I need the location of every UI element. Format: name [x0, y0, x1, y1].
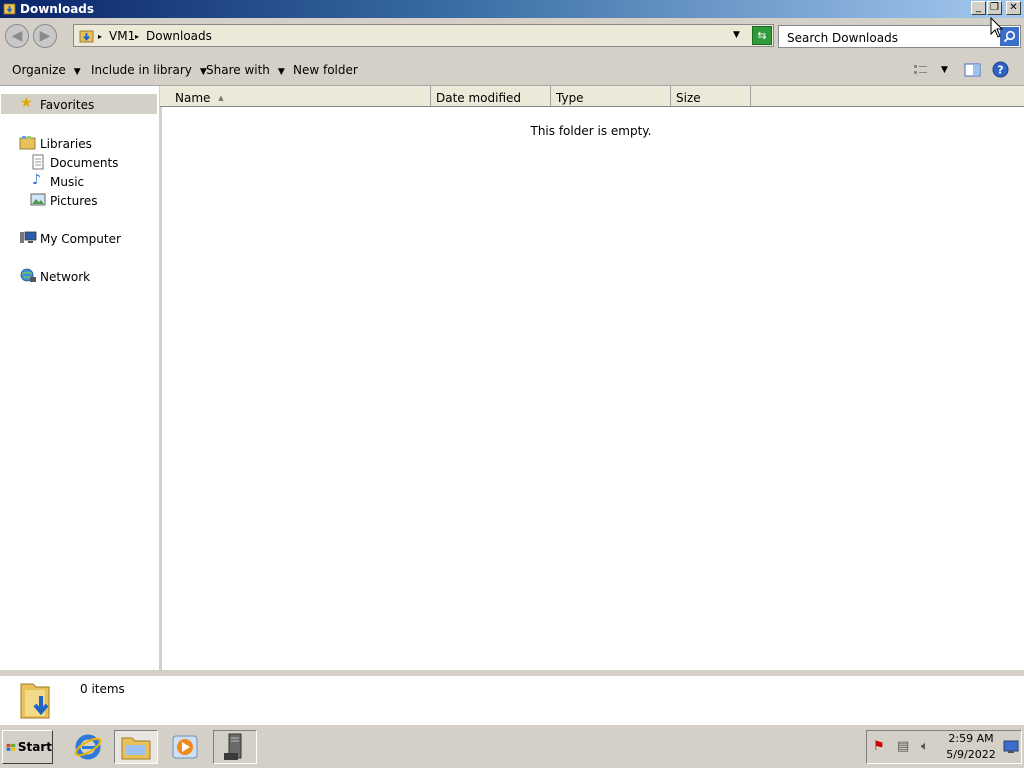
server-manager-icon	[224, 733, 242, 760]
chevron-down-icon: ▼	[277, 67, 285, 77]
clock-time: 2:59 AM	[948, 732, 994, 745]
nav-item-pictures[interactable]: Pictures	[0, 191, 156, 209]
nav-item-documents[interactable]: Documents	[0, 153, 156, 171]
close-icon: ✕	[1009, 2, 1018, 13]
column-header-label: Date modified	[436, 91, 522, 105]
empty-folder-message: This folder is empty.	[530, 124, 652, 138]
nav-item-label: Network	[40, 270, 91, 284]
column-header-size[interactable]: Size	[671, 86, 751, 106]
include-in-library-menu[interactable]: Include in library ▼	[91, 63, 207, 77]
nav-item-network[interactable]: Network	[0, 267, 156, 285]
column-header-label: Name	[175, 91, 211, 105]
address-bar[interactable]: ▸ VM1 ▸ Downloads ▼	[73, 24, 774, 47]
taskbar-media-player[interactable]	[163, 730, 207, 764]
column-header-date-modified[interactable]: Date modified	[431, 86, 551, 106]
network-icon	[20, 268, 36, 282]
share-with-menu[interactable]: Share with ▼	[206, 63, 285, 77]
item-count: 0 items	[80, 682, 125, 696]
nav-item-music[interactable]: ♪ Music	[0, 172, 156, 190]
volume-icon[interactable]: 🔈︎	[921, 739, 929, 754]
start-label: Start	[17, 740, 52, 754]
action-center-flag-icon[interactable]: ⚑	[873, 739, 885, 754]
column-header-label: Type	[556, 91, 584, 105]
show-desktop-icon[interactable]	[1003, 740, 1019, 754]
column-header-label: Size	[676, 91, 701, 105]
share-with-label: Share with	[206, 63, 270, 77]
help-icon[interactable]: ?	[992, 61, 1009, 78]
notification-area: ⚑ ▤ 🔈︎ 2:59 AM 5/9/2022	[866, 730, 1022, 764]
chevron-down-icon: ▼	[73, 67, 81, 77]
new-folder-label: New folder	[293, 63, 358, 77]
clock-date: 5/9/2022	[946, 748, 996, 761]
new-folder-button[interactable]: New folder	[293, 63, 358, 77]
minimize-icon: _	[976, 2, 981, 13]
pictures-icon	[30, 193, 46, 206]
nav-item-my-computer[interactable]: My Computer	[0, 229, 156, 247]
music-note-icon: ♪	[32, 172, 41, 188]
nav-item-label: Music	[50, 175, 85, 189]
title-bar[interactable]: Downloads _ ❐ ✕	[0, 0, 1024, 18]
back-arrow-icon: ◀	[11, 28, 23, 44]
star-icon: ★	[20, 95, 33, 111]
clock[interactable]: 2:59 AM 5/9/2022	[941, 732, 1001, 761]
view-options-dropdown-icon[interactable]: ▼	[941, 65, 948, 75]
taskbar-server-manager[interactable]	[213, 730, 257, 764]
folder-icon	[121, 737, 151, 760]
start-button[interactable]: Start	[2, 730, 53, 764]
address-bar-row: ◀ ▶ ▸ VM1 ▸ Downloads ▼ ⇆	[0, 18, 1024, 54]
svg-text:?: ?	[997, 64, 1003, 77]
windows-logo-icon	[6, 743, 16, 751]
downloads-folder-icon	[20, 683, 50, 719]
network-status-icon[interactable]: ▤	[897, 739, 909, 754]
column-header-type[interactable]: Type	[551, 86, 671, 106]
change-view-icon[interactable]	[913, 63, 929, 77]
nav-item-label: Libraries	[40, 137, 92, 151]
close-button[interactable]: ✕	[1006, 1, 1021, 15]
taskbar-internet-explorer[interactable]	[66, 730, 110, 764]
restore-button[interactable]: ❐	[987, 1, 1002, 15]
command-bar: Organize ▼ Include in library ▼ Share with…	[0, 54, 1024, 86]
nav-item-label: My Computer	[40, 232, 121, 246]
media-player-icon	[172, 735, 198, 759]
navigation-pane: ★ Favorites Libraries Documents ♪ Music …	[0, 86, 162, 670]
taskbar: Start ⚑ ▤ 🔈︎ 2:59 AM 5/9/2022	[0, 724, 1024, 768]
search-input[interactable]	[785, 27, 999, 48]
sort-ascending-icon: ▲	[218, 94, 224, 102]
refresh-button[interactable]: ⇆	[752, 26, 772, 45]
search-box[interactable]	[778, 25, 1021, 48]
breadcrumb-separator[interactable]: ▸	[135, 32, 139, 41]
refresh-icon: ⇆	[757, 29, 767, 42]
nav-item-libraries[interactable]: Libraries	[0, 134, 156, 152]
back-button[interactable]: ◀	[5, 24, 29, 48]
details-pane: 0 items	[0, 676, 1024, 724]
column-header-name[interactable]: Name ▲	[160, 86, 431, 106]
window-title: Downloads	[20, 2, 95, 16]
address-dropdown-icon[interactable]: ▼	[733, 30, 740, 40]
downloads-folder-icon	[79, 30, 94, 43]
computer-icon	[20, 231, 37, 243]
nav-item-label: Documents	[50, 156, 119, 170]
preview-pane-icon[interactable]	[964, 62, 981, 78]
breadcrumb-downloads[interactable]: Downloads	[146, 29, 212, 43]
column-header-row: Name ▲ Date modified Type Size	[160, 86, 1024, 107]
libraries-icon	[19, 136, 36, 150]
mouse-pointer-icon	[990, 17, 1004, 38]
documents-icon	[32, 154, 44, 170]
taskbar-windows-explorer[interactable]	[114, 730, 158, 764]
minimize-button[interactable]: _	[971, 1, 986, 15]
forward-arrow-icon: ▶	[39, 28, 51, 44]
downloads-folder-icon	[3, 3, 16, 15]
breadcrumb-separator[interactable]: ▸	[98, 32, 102, 41]
nav-item-label: Pictures	[50, 194, 98, 208]
internet-explorer-icon	[74, 734, 102, 760]
breadcrumb-vm1[interactable]: VM1	[109, 29, 135, 43]
organize-label: Organize	[12, 63, 66, 77]
forward-button[interactable]: ▶	[33, 24, 57, 48]
search-icon	[1003, 30, 1016, 43]
include-in-library-label: Include in library	[91, 63, 192, 77]
nav-item-favorites[interactable]: ★ Favorites	[1, 94, 157, 114]
nav-item-label: Favorites	[40, 98, 95, 112]
organize-menu[interactable]: Organize ▼	[12, 63, 81, 77]
restore-icon: ❐	[990, 2, 999, 13]
